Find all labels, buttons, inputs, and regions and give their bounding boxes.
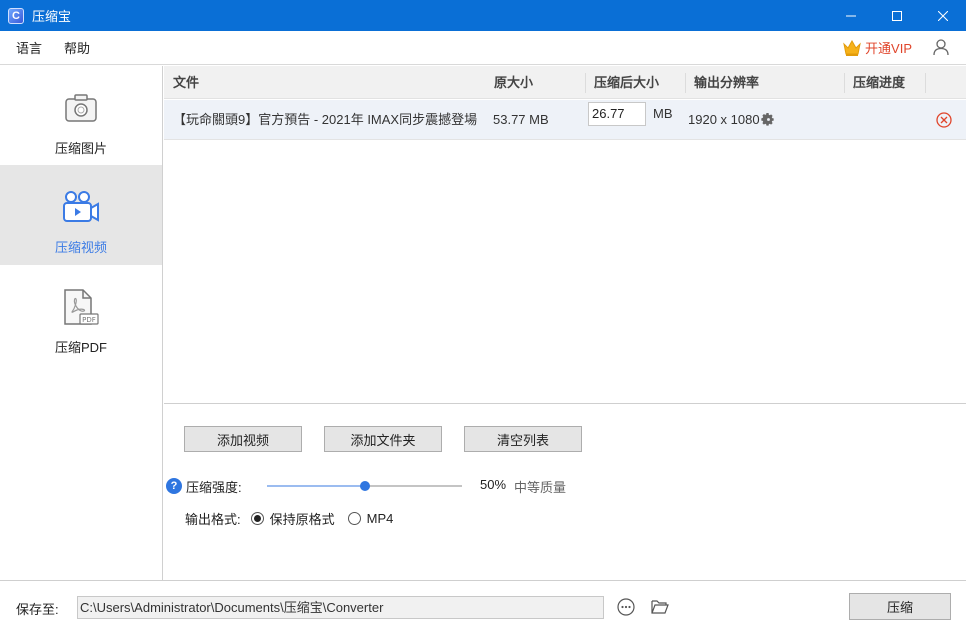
format-option-label: MP4: [366, 510, 394, 526]
svg-text:PDF: PDF: [82, 316, 96, 324]
clear-list-button[interactable]: 清空列表: [464, 426, 582, 452]
title-bar: C 压缩宝: [0, 0, 966, 31]
maximize-button[interactable]: [874, 0, 920, 31]
open-folder-icon[interactable]: [651, 599, 669, 614]
column-header-file[interactable]: 文件: [165, 66, 199, 99]
vip-label: 开通VIP: [865, 41, 912, 56]
output-format-row: 输出格式: 保持原格式 MP4: [185, 509, 406, 527]
column-divider: [925, 73, 926, 93]
column-header-compressed-size[interactable]: 压缩后大小: [586, 66, 659, 99]
user-account-button[interactable]: [932, 38, 950, 59]
camera-icon: [65, 94, 97, 122]
strength-percent: 50%: [480, 477, 507, 492]
strength-slider[interactable]: [267, 481, 462, 491]
window-title: 压缩宝: [32, 9, 72, 24]
remove-circle-icon[interactable]: [936, 112, 952, 128]
quality-text: 中等质量: [514, 480, 567, 495]
add-folder-button[interactable]: 添加文件夹: [324, 426, 442, 452]
compression-options-panel: 添加视频 添加文件夹 清空列表 ? 压缩强度: 50% 中等质量 输出格式: 保…: [164, 405, 966, 580]
more-options-icon[interactable]: [617, 598, 635, 616]
minimize-icon: [846, 15, 856, 16]
video-camera-icon: [63, 191, 99, 222]
file-list: 文件 原大小 压缩后大小 输出分辨率 压缩进度 【玩命關頭9】官方預告 - 20…: [164, 66, 966, 404]
sidebar: 压缩图片 压缩视频 PDF 压缩PDF: [0, 66, 163, 580]
bottom-bar: 保存至: C:\Users\Administrator\Documents\压缩…: [0, 580, 966, 633]
sidebar-item-label: 压缩PDF: [54, 340, 107, 355]
format-option-label: 保持原格式: [269, 511, 335, 527]
strength-row: ? 压缩强度:: [166, 477, 242, 495]
app-logo-icon: C: [8, 7, 24, 24]
compressed-size-input[interactable]: 26.77: [588, 102, 646, 126]
sidebar-item-compress-image[interactable]: 压缩图片: [0, 66, 162, 166]
column-header-resolution[interactable]: 输出分辨率: [686, 66, 759, 99]
user-icon: [933, 39, 949, 56]
menu-help[interactable]: 帮助: [64, 38, 90, 57]
menu-bar: 语言 帮助 开通VIP: [0, 31, 966, 65]
file-name: 【玩命關頭9】官方預告 - 2021年 IMAX同步震撼登場....: [173, 112, 478, 127]
compress-button[interactable]: 压缩: [849, 593, 951, 620]
strength-label: 压缩强度:: [186, 479, 242, 495]
column-header-original-size[interactable]: 原大小: [486, 66, 533, 99]
radio-selected-icon[interactable]: [250, 511, 264, 525]
compressed-size-unit: MB: [653, 106, 673, 121]
help-icon[interactable]: ?: [166, 478, 182, 494]
save-to-label: 保存至:: [16, 602, 59, 617]
gear-icon[interactable]: [761, 113, 774, 126]
add-video-button[interactable]: 添加视频: [184, 426, 302, 452]
format-option-original[interactable]: 保持原格式: [250, 509, 335, 528]
column-header-progress[interactable]: 压缩进度: [845, 66, 905, 99]
close-button[interactable]: [920, 0, 966, 31]
radio-unselected-icon[interactable]: [347, 511, 361, 525]
sidebar-item-compress-pdf[interactable]: PDF 压缩PDF: [0, 265, 162, 365]
maximize-icon: [892, 10, 902, 21]
menu-language[interactable]: 语言: [16, 38, 42, 57]
output-format-label: 输出格式:: [185, 511, 241, 527]
close-icon: [938, 10, 948, 21]
pdf-file-icon: PDF: [64, 289, 99, 325]
table-row[interactable]: 【玩命關頭9】官方預告 - 2021年 IMAX同步震撼登場.... 53.77…: [164, 100, 966, 140]
file-list-header: 文件 原大小 压缩后大小 输出分辨率 压缩进度: [164, 66, 966, 99]
output-resolution: 1920 x 1080: [688, 112, 760, 127]
original-size: 53.77 MB: [493, 112, 549, 127]
slider-fill: [267, 485, 365, 487]
sidebar-item-label: 压缩图片: [54, 141, 107, 156]
open-vip-button[interactable]: 开通VIP: [842, 38, 912, 57]
minimize-button[interactable]: [828, 0, 874, 31]
slider-thumb[interactable]: [359, 481, 370, 491]
crown-icon: [843, 39, 861, 56]
format-option-mp4[interactable]: MP4: [347, 510, 394, 526]
sidebar-item-compress-video[interactable]: 压缩视频: [0, 165, 162, 265]
output-path-field[interactable]: C:\Users\Administrator\Documents\压缩宝\Con…: [77, 596, 604, 619]
sidebar-item-label: 压缩视频: [54, 240, 107, 255]
